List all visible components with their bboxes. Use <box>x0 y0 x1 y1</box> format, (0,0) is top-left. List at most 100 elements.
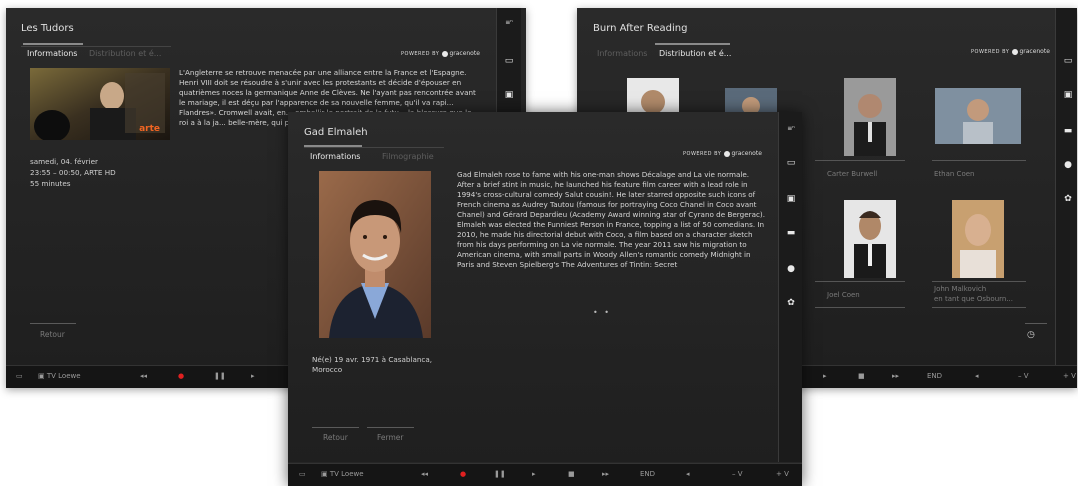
back-button[interactable]: Retour <box>323 433 348 442</box>
cast-divider <box>932 307 1026 308</box>
powered-by-label: POWERED BY <box>971 49 1010 55</box>
cast-photo-carter-burwell[interactable] <box>844 78 896 156</box>
title-divider <box>21 46 171 47</box>
powered-by-gracenote: POWERED BY gracenote <box>971 48 1050 55</box>
broadcast-duration: 55 minutes <box>30 179 71 188</box>
gracenote-brand: gracenote <box>449 50 480 57</box>
globe-icon[interactable]: ● <box>1061 160 1075 170</box>
cast-photo-1[interactable] <box>627 78 679 116</box>
birth-info: Né(e) 19 avr. 1971 à Casablanca, Morocco <box>312 355 433 374</box>
screen-icon[interactable]: ▭ <box>16 372 23 380</box>
volume-up-button[interactable]: + V <box>776 470 789 478</box>
page-indicator[interactable]: • • <box>593 308 611 317</box>
tab-informations[interactable]: Informations <box>597 49 647 58</box>
end-button[interactable]: END <box>927 372 942 380</box>
settings-gear-icon[interactable]: ✿ <box>1061 194 1075 204</box>
broadcast-date: samedi, 04. février <box>30 157 98 166</box>
close-button-line <box>367 427 414 428</box>
cast-name-ethan-coen[interactable]: Ethan Coen <box>934 170 974 179</box>
epg-icon[interactable]: ▣ <box>1061 90 1075 100</box>
cast-photo-john-malkovich[interactable] <box>952 200 1004 278</box>
fast-forward-icon[interactable]: ▸▸ <box>602 470 609 478</box>
rewind-icon[interactable]: ◂◂ <box>421 470 428 478</box>
tv-source-label: TV Loewe <box>46 372 81 380</box>
mute-icon[interactable]: ◂ <box>686 470 690 478</box>
media-icon[interactable]: ▬ <box>784 228 798 238</box>
powered-by-gracenote: POWERED BY gracenote <box>401 50 480 57</box>
window-title: Gad Elmaleh <box>304 127 368 138</box>
person-photo <box>854 211 886 278</box>
gracenote-logo-icon <box>1012 48 1019 55</box>
mute-icon[interactable]: ◂ <box>975 372 979 380</box>
powered-by-label: POWERED BY <box>683 151 722 157</box>
center-window: Gad Elmaleh Informations Filmographie PO… <box>288 112 802 486</box>
cast-divider <box>815 160 905 161</box>
right-sidebar: ≡ⁿ ▭ ▣ ▬ ● ✿ <box>778 112 802 462</box>
biography-text: Gad Elmaleh rose to fame with his one-ma… <box>457 170 765 269</box>
cast-divider <box>932 281 1026 282</box>
play-icon[interactable]: ▸ <box>823 372 827 380</box>
window-title: Les Tudors <box>21 23 74 34</box>
monitor-icon[interactable]: ▭ <box>1061 56 1075 66</box>
play-icon[interactable]: ▸ <box>251 372 255 380</box>
end-button[interactable]: END <box>640 470 655 478</box>
epg-icon[interactable]: ▣ <box>502 90 516 100</box>
cast-divider <box>815 307 905 308</box>
cast-name-john-malkovich[interactable]: John Malkovich <box>934 285 986 294</box>
gracenote-logo-icon <box>724 150 731 157</box>
record-icon[interactable]: ● <box>178 372 184 380</box>
back-button-line <box>30 323 76 324</box>
globe-icon[interactable]: ● <box>784 264 798 274</box>
tab-distribution[interactable]: Distribution et é... <box>659 49 731 58</box>
tab-distribution[interactable]: Distribution et é... <box>89 49 161 58</box>
epg-icon[interactable]: ▣ <box>784 194 798 204</box>
title-divider <box>304 147 444 148</box>
volume-down-button[interactable]: – V <box>732 470 743 478</box>
fast-forward-icon[interactable]: ▸▸ <box>892 372 899 380</box>
cast-photo-ethan-coen[interactable] <box>935 88 1021 144</box>
pause-icon[interactable]: ❚❚ <box>494 470 506 478</box>
volume-down-button[interactable]: – V <box>1018 372 1029 380</box>
tab-filmographie[interactable]: Filmographie <box>382 152 434 161</box>
arte-channel-logo: arte <box>139 124 160 134</box>
back-button[interactable]: Retour <box>40 330 65 339</box>
record-icon[interactable]: ● <box>460 470 466 478</box>
menu-icon[interactable]: ≡ⁿ <box>502 18 516 28</box>
rewind-icon[interactable]: ◂◂ <box>140 372 147 380</box>
play-icon[interactable]: ▸ <box>532 470 536 478</box>
close-button[interactable]: Fermer <box>377 433 403 442</box>
cast-name-carter-burwell[interactable]: Carter Burwell <box>827 170 877 179</box>
cast-photo-joel-coen[interactable] <box>844 200 896 278</box>
stop-icon[interactable]: ■ <box>858 372 865 380</box>
clock-button-line <box>1025 323 1047 324</box>
stop-icon[interactable]: ■ <box>568 470 575 478</box>
person-portrait <box>319 171 431 338</box>
gracenote-brand: gracenote <box>731 150 762 157</box>
settings-gear-icon[interactable]: ✿ <box>784 298 798 308</box>
tab-informations[interactable]: Informations <box>27 49 77 58</box>
back-button-line <box>312 427 359 428</box>
cast-name-joel-coen[interactable]: Joel Coen <box>827 291 860 300</box>
person-photo <box>963 99 993 144</box>
media-icon[interactable]: ▬ <box>1061 126 1075 136</box>
broadcast-time: 23:55 – 00:50, ARTE HD <box>30 168 116 177</box>
person-photo <box>641 90 665 116</box>
tv-source[interactable]: ▣ TV Loewe <box>38 372 81 380</box>
screen-icon[interactable]: ▭ <box>299 470 306 478</box>
program-image: arte <box>30 68 170 140</box>
cast-divider <box>932 160 1026 161</box>
bottom-control-bar: ▭ ▣ TV Loewe ◂◂ ● ❚❚ ▸ ■ ▸▸ END ◂ – V + … <box>288 463 802 486</box>
tab-active-underline <box>655 43 730 45</box>
pause-icon[interactable]: ❚❚ <box>214 372 226 380</box>
tab-informations[interactable]: Informations <box>310 152 360 161</box>
cast-role-john-malkovich: en tant que Osbourn... <box>934 295 1014 303</box>
menu-icon[interactable]: ≡ⁿ <box>784 124 798 134</box>
volume-up-button[interactable]: + V <box>1063 372 1076 380</box>
tv-source[interactable]: ▣ TV Loewe <box>321 470 364 478</box>
monitor-icon[interactable]: ▭ <box>784 158 798 168</box>
monitor-icon[interactable]: ▭ <box>502 56 516 66</box>
clock-icon[interactable]: ◷ <box>1027 330 1035 340</box>
gracenote-brand: gracenote <box>1019 48 1050 55</box>
powered-by-gracenote: POWERED BY gracenote <box>683 150 762 157</box>
gracenote-logo-icon <box>442 50 449 57</box>
